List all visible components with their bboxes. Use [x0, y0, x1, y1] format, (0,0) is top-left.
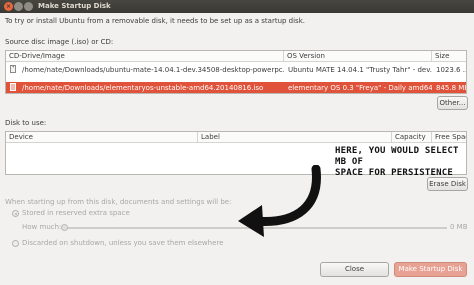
erase-disk-button[interactable]: Erase Disk: [427, 177, 468, 191]
image-path: /home/nate/Downloads/ubuntu-mate-14.04.1…: [22, 66, 284, 74]
how-much-label: How much:: [22, 223, 62, 231]
image-size: 1023.6 ...: [436, 66, 467, 74]
discard-radio[interactable]: [12, 240, 19, 247]
source-image-table[interactable]: CD-Drive/Image OS Version Size /home/nat…: [5, 50, 467, 94]
minimize-window-icon[interactable]: [14, 2, 23, 11]
annotation-line-2: SPACE FOR PERSISTENCE: [335, 168, 453, 178]
stored-option-label: Stored in reserved extra space: [22, 209, 130, 217]
annotation-text: HERE, YOU WOULD SELECT MB OF SPACE FOR P…: [335, 146, 474, 179]
column-header-size[interactable]: Size: [432, 51, 466, 62]
stored-radio[interactable]: [12, 210, 19, 217]
table-row-selected[interactable]: /home/nate/Downloads/elementaryos-unstab…: [6, 82, 467, 93]
column-header-capacity[interactable]: Capacity: [392, 132, 432, 143]
maximize-window-icon[interactable]: [24, 2, 33, 11]
column-header-free-space[interactable]: Free Space: [432, 132, 466, 143]
os-version: Ubuntu MATE 14.04.1 "Trusty Tahr" - dev.…: [288, 66, 432, 74]
persistence-label: When starting up from this disk, documen…: [5, 198, 232, 206]
column-header-image[interactable]: CD-Drive/Image: [6, 51, 284, 62]
make-startup-disk-button[interactable]: Make Startup Disk: [394, 262, 467, 277]
column-header-os-version[interactable]: OS Version: [284, 51, 432, 62]
disc-file-icon: [10, 82, 20, 93]
column-header-device[interactable]: Device: [6, 132, 198, 143]
window-titlebar: × Make Startup Disk: [0, 0, 474, 13]
discard-option-label: Discarded on shutdown, unless you save t…: [22, 239, 224, 247]
disk-label: Disk to use:: [5, 119, 47, 127]
intro-text: To try or install Ubuntu from a removabl…: [5, 17, 305, 25]
image-path: /home/nate/Downloads/elementaryos-unstab…: [22, 84, 264, 92]
other-image-button[interactable]: Other...: [437, 96, 468, 110]
table-row[interactable]: /home/nate/Downloads/ubuntu-mate-14.04.1…: [6, 64, 466, 76]
disc-file-icon: [10, 64, 20, 77]
column-header-label[interactable]: Label: [198, 132, 392, 143]
annotation-arrow-icon: [238, 165, 321, 237]
persistence-slider-handle[interactable]: [61, 224, 68, 231]
image-size: 845.8 MB: [436, 84, 467, 92]
slider-value: 0 MB: [450, 223, 468, 231]
annotation-line-1: HERE, YOU WOULD SELECT MB OF: [335, 146, 459, 167]
source-label: Source disc image (.iso) or CD:: [5, 38, 114, 46]
window-title: Make Startup Disk: [38, 2, 111, 10]
close-button[interactable]: Close: [320, 262, 389, 277]
close-window-icon[interactable]: ×: [4, 2, 13, 11]
os-version: elementary OS 0.3 "Freya" - Daily amd64.…: [288, 84, 432, 92]
